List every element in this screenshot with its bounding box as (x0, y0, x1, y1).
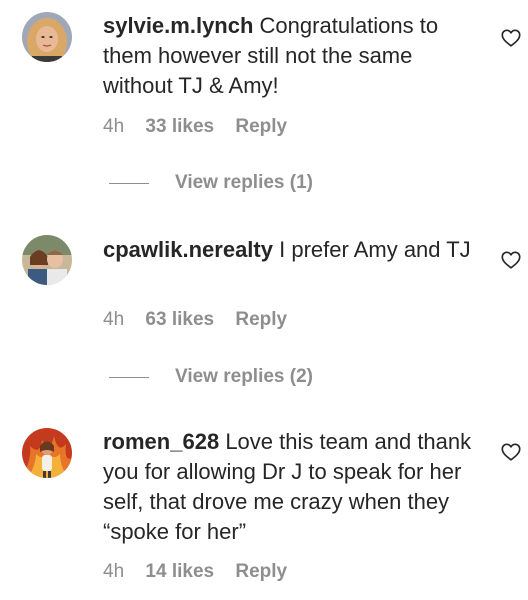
comment-text: romen_628 Love this team and thank you f… (103, 427, 473, 547)
view-replies-label: View replies (2) (175, 366, 313, 387)
heart-outline-icon[interactable] (500, 441, 522, 463)
comment-body: I prefer Amy and TJ (279, 237, 471, 262)
comment-time: 4h (103, 561, 125, 582)
avatar[interactable] (22, 235, 72, 285)
avatar[interactable] (22, 428, 72, 478)
comment-meta: 4h 63 likes Reply (103, 309, 303, 331)
likes-count[interactable]: 63 likes (145, 309, 214, 330)
likes-count[interactable]: 14 likes (145, 561, 214, 582)
view-replies-button[interactable]: View replies (2) (109, 366, 313, 388)
divider-line (109, 182, 149, 184)
heart-outline-icon[interactable] (500, 27, 522, 49)
view-replies-label: View replies (1) (175, 172, 313, 193)
comment-username[interactable]: cpawlik.nerealty (103, 237, 273, 262)
comment-time: 4h (103, 116, 125, 137)
reply-button[interactable]: Reply (235, 309, 287, 330)
comment-meta: 4h 14 likes Reply (103, 561, 303, 583)
comment-username[interactable]: sylvie.m.lynch (103, 13, 253, 38)
comment-username[interactable]: romen_628 (103, 429, 219, 454)
view-replies-button[interactable]: View replies (1) (109, 172, 313, 194)
comment-text: sylvie.m.lynch Congratulations to them h… (103, 11, 473, 101)
likes-count[interactable]: 33 likes (145, 116, 214, 137)
divider-line (109, 376, 149, 378)
comment-text: cpawlik.nerealty I prefer Amy and TJ (103, 235, 473, 265)
heart-outline-icon[interactable] (500, 249, 522, 271)
avatar[interactable] (22, 12, 72, 62)
comment-meta: 4h 33 likes Reply (103, 116, 303, 138)
comment-time: 4h (103, 309, 125, 330)
reply-button[interactable]: Reply (235, 561, 287, 582)
reply-button[interactable]: Reply (235, 116, 287, 137)
